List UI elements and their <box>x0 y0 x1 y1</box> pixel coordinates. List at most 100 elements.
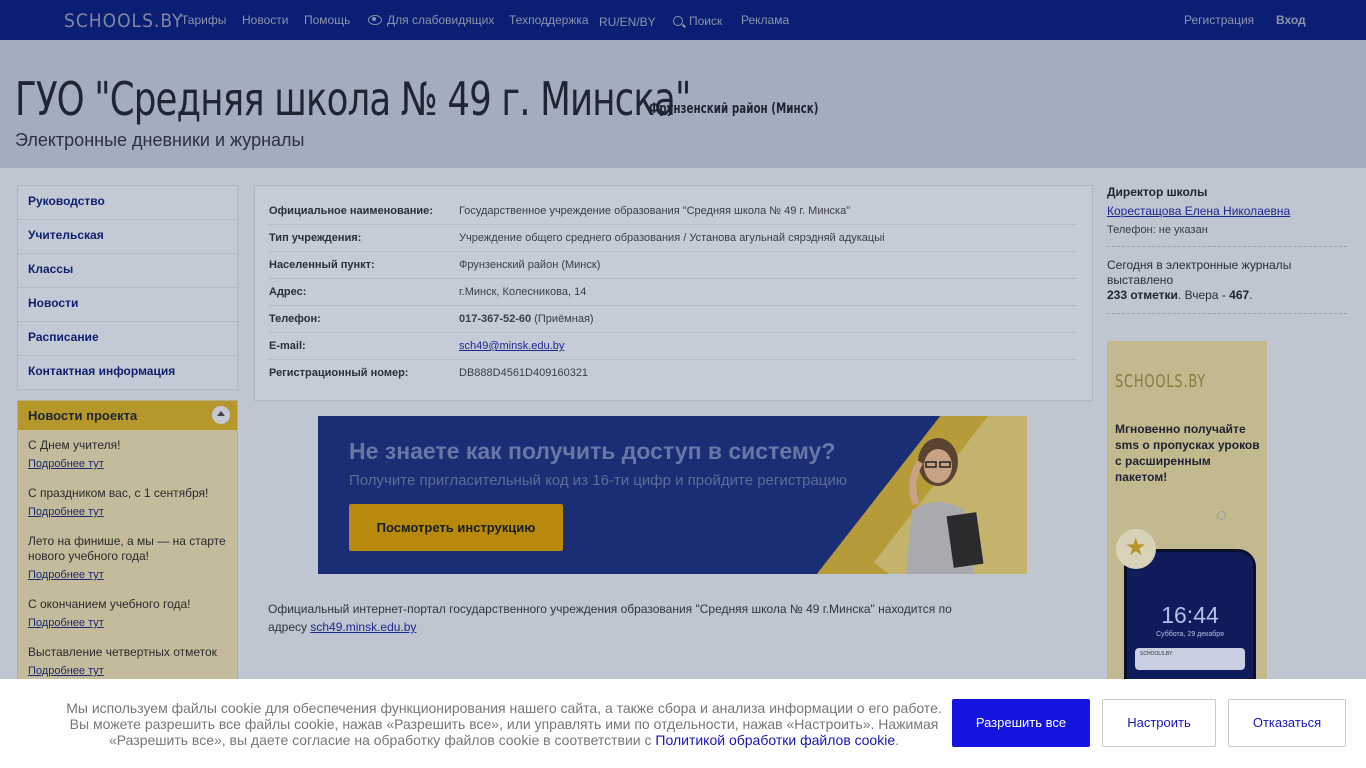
collapse-toggle-icon[interactable] <box>212 406 230 424</box>
ad-text: Мгновенно получайте sms о пропусках урок… <box>1115 422 1260 484</box>
phone-time: 16:44 <box>1161 602 1219 628</box>
login-link[interactable]: Вход <box>1276 13 1306 27</box>
news-item-more-link[interactable]: Подробнее тут <box>28 506 227 518</box>
cookie-consent-bar: Мы используем файлы cookie для обеспечен… <box>0 679 1366 768</box>
news-item-title: Лето на финише, а мы — на старте нового … <box>28 534 226 563</box>
nav-tariffs[interactable]: Тарифы <box>181 13 226 27</box>
director-name-link[interactable]: Корестащова Елена Николаевна <box>1107 204 1347 218</box>
portal-link[interactable]: sch49.minsk.edu.by <box>310 620 416 634</box>
portal-description: Официальный интернет-портал государствен… <box>268 600 968 636</box>
info-row-locality: Населенный пункт: Фрунзенский район (Мин… <box>269 251 1077 279</box>
info-row-phone: Телефон: 017-367-52-60 (Приёмная) <box>269 305 1077 333</box>
allow-all-button[interactable]: Разрешить все <box>952 699 1090 747</box>
director-phone: Телефон: не указан <box>1107 224 1208 236</box>
info-value: Учреждение общего среднего образования /… <box>459 232 885 244</box>
search-icon <box>673 16 683 26</box>
phone-note: (Приёмная) <box>534 313 594 325</box>
marks-stats: Сегодня в электронные журналы выставлено… <box>1107 258 1347 303</box>
sidebar-menu: Руководство Учительская Классы Новости Р… <box>17 185 238 390</box>
sidebar-item-management[interactable]: Руководство <box>18 186 237 220</box>
cookie-text: Мы используем файлы cookie для обеспечен… <box>60 700 948 748</box>
divider <box>1107 246 1347 247</box>
project-news-header: Новости проекта <box>18 401 237 430</box>
stats-end: . <box>1249 288 1253 302</box>
banner-subheadline: Получите пригласительный код из 16-ти ци… <box>349 472 848 489</box>
sidebar-item-teachers[interactable]: Учительская <box>18 220 237 254</box>
info-value: 017-367-52-60 (Приёмная) <box>459 313 594 325</box>
sms-ad-banner[interactable]: SCHOOLS.BY Мгновенно получайте sms о про… <box>1107 341 1267 701</box>
sidebar-item-schedule[interactable]: Расписание <box>18 322 237 356</box>
nav-search-label: Поиск <box>689 14 723 28</box>
news-item-title: С окончанием учебного года! <box>28 597 191 611</box>
news-item-more-link[interactable]: Подробнее тут <box>28 569 227 581</box>
info-value: Государственное учреждение образования "… <box>459 205 851 217</box>
school-info-table: Официальное наименование: Государственно… <box>254 185 1093 401</box>
school-header: ГУО "Средняя школа № 49 г. Минска" Фрунз… <box>0 40 1366 168</box>
news-item-title: С Днем учителя! <box>28 438 121 452</box>
info-label: Регистрационный номер: <box>269 367 409 379</box>
info-label: Населенный пункт: <box>269 259 375 271</box>
director-heading: Директор школы <box>1107 185 1208 199</box>
cookie-policy-link[interactable]: Политикой обработки файлов cookie <box>655 732 895 748</box>
info-row-address: Адрес: г.Минск, Колесникова, 14 <box>269 278 1077 306</box>
news-item: С окончанием учебного года! Подробнее ту… <box>18 597 237 629</box>
star-icon <box>1116 529 1156 569</box>
page-title: ГУО "Средняя школа № 49 г. Минска" <box>15 72 691 126</box>
news-item: С Днем учителя! Подробнее тут <box>18 438 237 470</box>
sidebar-item-contacts[interactable]: Контактная информация <box>18 356 237 389</box>
nav-news[interactable]: Новости <box>242 13 288 27</box>
info-value: Фрунзенский район (Минск) <box>459 259 601 271</box>
decline-button[interactable]: Отказаться <box>1228 699 1346 747</box>
top-navigation: SCHOOLS.BY Тарифы Новости Помощь Для сла… <box>0 0 1366 40</box>
phone-number: 017-367-52-60 <box>459 313 532 325</box>
info-value: DB888D4561D409160321 <box>459 367 589 379</box>
nav-low-vision-label: Для слабовидящих <box>387 13 495 27</box>
nav-search[interactable]: Поиск <box>673 14 722 28</box>
news-item-more-link[interactable]: Подробнее тут <box>28 617 227 629</box>
news-item: С праздником вас, с 1 сентября! Подробне… <box>18 486 237 518</box>
info-label: Телефон: <box>269 313 321 325</box>
notification-logo: SCHOOLS.BY <box>1140 651 1173 657</box>
news-item: Лето на финише, а мы — на старте нового … <box>18 534 237 581</box>
info-value: г.Минск, Колесникова, 14 <box>459 286 587 298</box>
info-label: Официальное наименование: <box>269 205 433 217</box>
sidebar-item-news[interactable]: Новости <box>18 288 237 322</box>
access-banner[interactable]: Не знаете как получить доступ в систему?… <box>318 416 1027 574</box>
nav-low-vision[interactable]: Для слабовидящих <box>368 13 494 27</box>
news-item-more-link[interactable]: Подробнее тут <box>28 665 227 677</box>
news-item-title: Выставление четвертных отметок <box>28 645 217 659</box>
news-item-more-link[interactable]: Подробнее тут <box>28 458 227 470</box>
info-row-type: Тип учреждения: Учреждение общего средне… <box>269 224 1077 252</box>
language-switcher[interactable]: RU/EN/BY <box>599 15 656 29</box>
configure-button[interactable]: Настроить <box>1102 699 1216 747</box>
eye-icon <box>368 15 382 25</box>
banner-headline: Не знаете как получить доступ в систему? <box>349 438 836 464</box>
stats-yesterday: 467 <box>1229 288 1250 302</box>
cookie-message-end: . <box>895 732 900 748</box>
info-label: E-mail: <box>269 340 306 352</box>
sidebar-item-classes[interactable]: Классы <box>18 254 237 288</box>
nav-help[interactable]: Помощь <box>304 13 350 27</box>
site-logo[interactable]: SCHOOLS.BY <box>64 10 183 32</box>
divider <box>1107 313 1347 314</box>
nav-support[interactable]: Техподдержка <box>509 13 589 27</box>
stats-yesterday-label: . Вчера - <box>1177 288 1230 302</box>
district-label: Фрунзенский район (Минск) <box>649 101 819 117</box>
info-row-registration-number: Регистрационный номер: DB888D4561D409160… <box>269 359 1077 386</box>
news-item: Выставление четвертных отметок Подробнее… <box>18 645 237 677</box>
right-column: Директор школы Корестащова Елена Николае… <box>1107 185 1347 314</box>
ad-logo: SCHOOLS.BY <box>1115 371 1206 392</box>
view-instructions-button[interactable]: Посмотреть инструкцию <box>349 504 563 551</box>
info-value: sch49@minsk.edu.by <box>459 340 564 352</box>
ad-decoration <box>1217 511 1226 520</box>
project-news-panel: Новости проекта С Днем учителя! Подробне… <box>17 400 238 702</box>
news-item-title: С праздником вас, с 1 сентября! <box>28 486 209 500</box>
info-label: Адрес: <box>269 286 307 298</box>
project-news-title: Новости проекта <box>28 408 138 423</box>
info-row-official-name: Официальное наименование: Государственно… <box>269 197 1077 225</box>
nav-ads[interactable]: Реклама <box>741 13 789 27</box>
register-link[interactable]: Регистрация <box>1184 13 1254 27</box>
stats-today: 233 отметки <box>1107 288 1178 302</box>
email-link[interactable]: sch49@minsk.edu.by <box>459 340 564 352</box>
info-row-email: E-mail: sch49@minsk.edu.by <box>269 332 1077 360</box>
